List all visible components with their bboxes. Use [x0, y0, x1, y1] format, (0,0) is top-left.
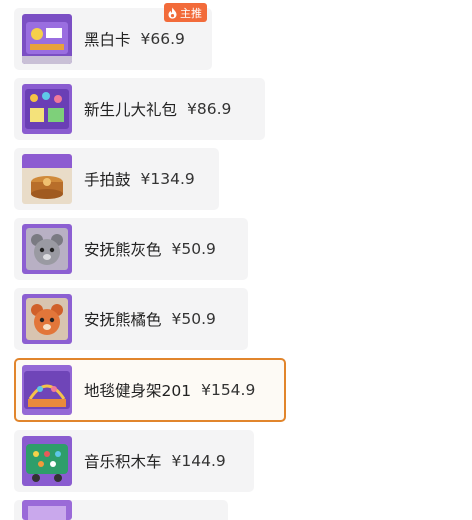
product-name: 安抚熊橘色: [84, 311, 162, 329]
product-name: 黑白卡: [84, 31, 131, 49]
product-price: ¥86.9: [187, 100, 232, 118]
product-thumbnail: [22, 436, 72, 486]
product-thumbnail: [22, 154, 72, 204]
product-thumbnail: [22, 14, 72, 64]
featured-badge-label: 主推: [180, 6, 202, 20]
product-thumbnail: [22, 500, 72, 520]
product-option-comfort-bear-orange[interactable]: 安抚熊橘色 ¥50.9: [14, 288, 248, 350]
product-option-comfort-bear-grey[interactable]: 安抚熊灰色 ¥50.9: [14, 218, 248, 280]
featured-badge: 主推: [164, 3, 207, 22]
product-option-hand-drum[interactable]: 手拍鼓 ¥134.9: [14, 148, 219, 210]
product-price: ¥50.9: [171, 240, 216, 258]
flame-icon: [167, 7, 178, 19]
product-thumbnail: [22, 365, 72, 415]
product-option-partial[interactable]: [14, 500, 228, 520]
product-name: 音乐积木车: [84, 453, 162, 471]
product-price: ¥154.9: [201, 381, 256, 399]
product-price: ¥50.9: [171, 310, 216, 328]
product-thumbnail: [22, 224, 72, 274]
product-option-newborn-gift-set[interactable]: 新生儿大礼包 ¥86.9: [14, 78, 265, 140]
product-name: 新生儿大礼包: [84, 101, 178, 119]
product-thumbnail: [22, 294, 72, 344]
product-price: ¥66.9: [140, 30, 185, 48]
product-option-music-block-car[interactable]: 音乐积木车 ¥144.9: [14, 430, 254, 492]
product-thumbnail: [22, 84, 72, 134]
product-name: 地毯健身架201: [84, 382, 192, 400]
product-option-play-gym-201[interactable]: 地毯健身架201 ¥154.9: [14, 358, 286, 422]
product-name: 手拍鼓: [84, 171, 131, 189]
product-price: ¥144.9: [171, 452, 226, 470]
product-price: ¥134.9: [140, 170, 195, 188]
product-option-list: 主推 黑白卡 ¥66.9 新生儿大礼包 ¥86.9 手拍鼓 ¥134.9 安抚熊…: [0, 0, 472, 520]
product-name: 安抚熊灰色: [84, 241, 162, 259]
